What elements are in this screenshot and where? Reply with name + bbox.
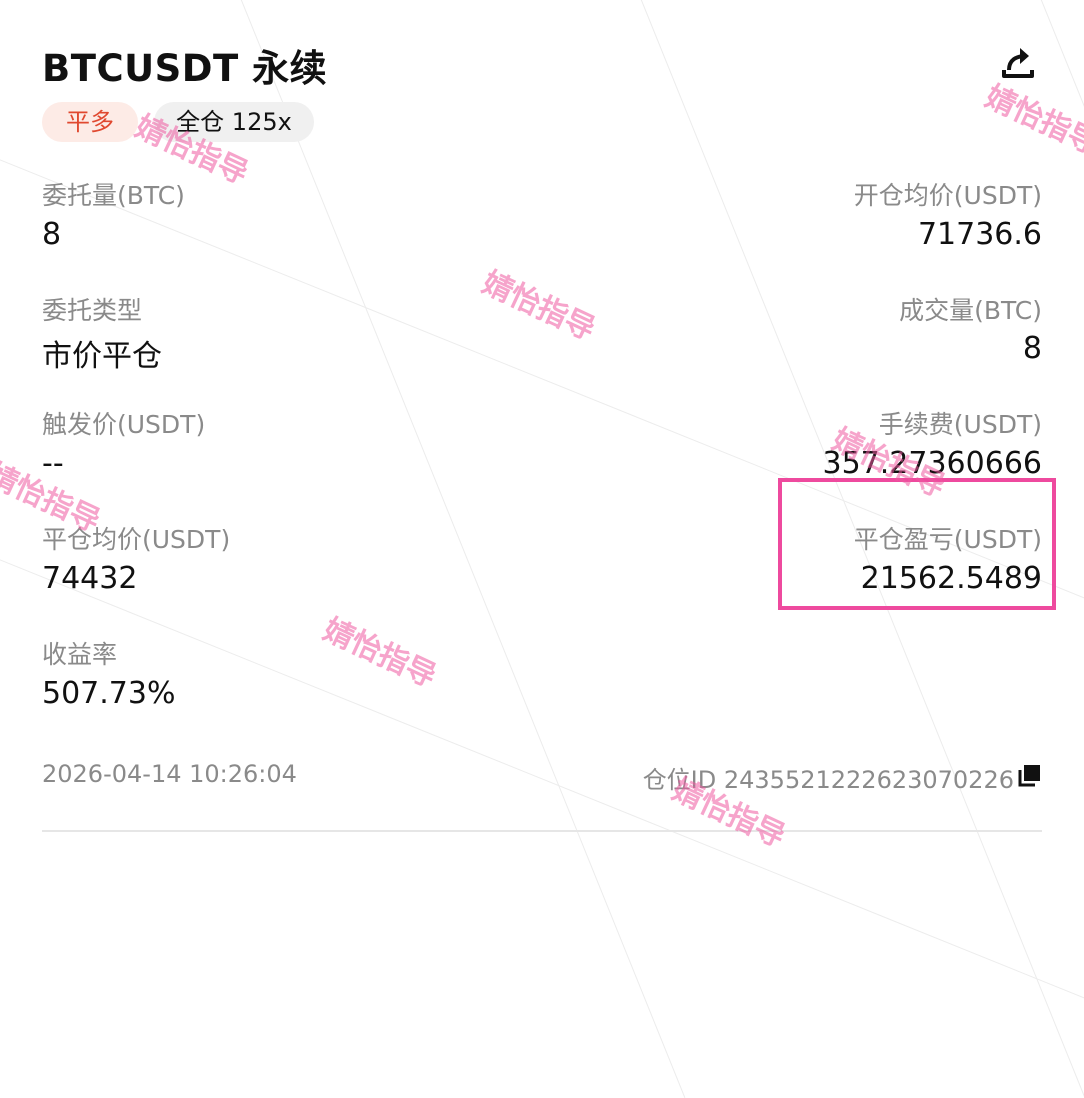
close-avg-value: 74432 <box>42 561 138 596</box>
open-avg-label: 开仓均价(USDT) <box>853 181 1042 210</box>
order-qty-value: 8 <box>42 217 62 252</box>
roi-label: 收益率 <box>42 640 118 669</box>
open-avg-value: 71736.6 <box>917 217 1042 252</box>
trigger-label: 触发价(USDT) <box>42 410 206 439</box>
order-qty-label: 委托量(BTC) <box>42 181 185 210</box>
timestamp: 2026-04-14 10:26:04 <box>42 760 297 788</box>
watermark: 婧怡指导 <box>979 79 1084 162</box>
copy-icon[interactable] <box>1016 763 1042 789</box>
page-title: BTCUSDT 永续 <box>42 47 328 90</box>
fee-label: 手续费(USDT) <box>878 410 1042 439</box>
roi-value: 507.73% <box>42 676 176 711</box>
divider <box>42 830 1042 832</box>
order-type-value: 市价平仓 <box>42 339 162 374</box>
side-badge: 平多 <box>42 102 138 142</box>
watermark: 婧怡指导 <box>317 612 442 695</box>
order-type-label: 委托类型 <box>42 296 143 325</box>
filled-label: 成交量(BTC) <box>899 296 1042 325</box>
filled-value: 8 <box>1022 331 1042 366</box>
watermark: 婧怡指导 <box>476 265 601 348</box>
pnl-highlight-box <box>778 478 1056 610</box>
